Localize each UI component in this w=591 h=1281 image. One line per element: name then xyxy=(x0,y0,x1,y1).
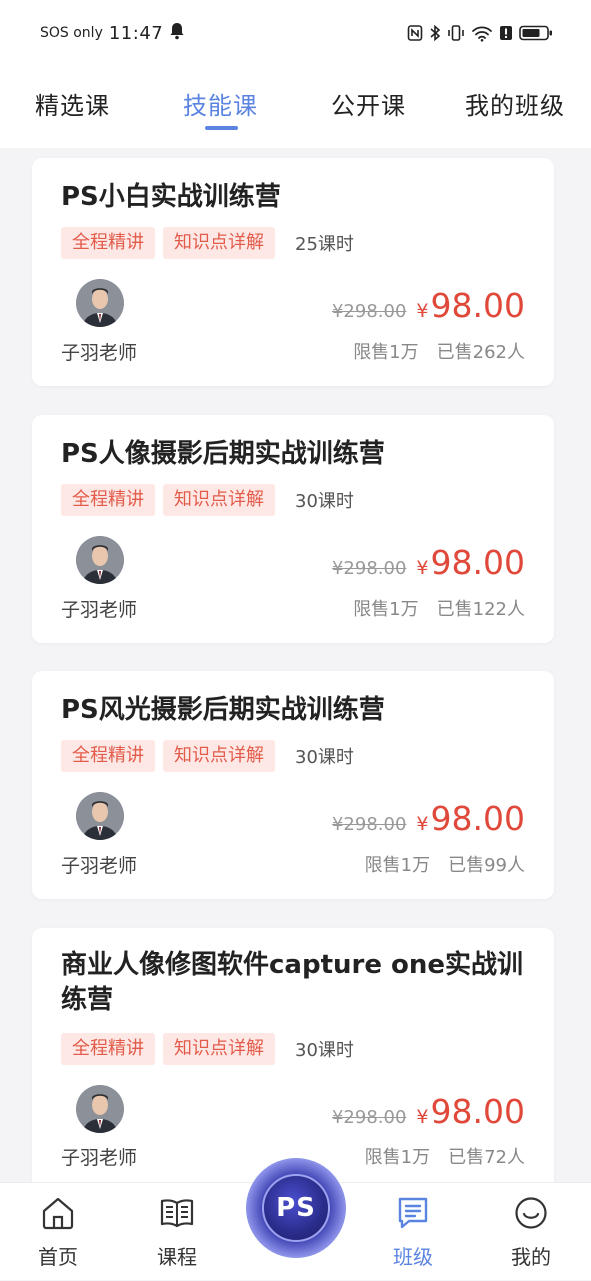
nfc-icon xyxy=(407,24,423,42)
original-price: ¥298.00 xyxy=(331,1107,407,1128)
avatar xyxy=(76,536,124,584)
tab-public[interactable]: 公开课 xyxy=(331,86,406,121)
price-value: 98.00 xyxy=(430,543,525,582)
nav-class[interactable]: 班级 xyxy=(373,1183,453,1281)
wifi-icon xyxy=(471,24,493,42)
price-row: ¥298.00 ¥98.00 xyxy=(332,1092,525,1131)
battery-icon xyxy=(519,24,553,42)
course-card[interactable]: PS风光摄影后期实战训练营 全程精讲 知识点详解 30课时 子羽老师 ¥298.… xyxy=(32,671,554,899)
profile-icon xyxy=(513,1195,549,1231)
teacher-name: 子羽老师 xyxy=(61,342,138,364)
price-row: ¥298.00 ¥98.00 xyxy=(332,286,525,325)
course-list: PS小白实战训练营 全程精讲 知识点详解 25课时 子羽老师 ¥298.00 ¥… xyxy=(0,148,591,1182)
tag-row: 全程精讲 知识点详解 30课时 xyxy=(61,484,354,516)
course-tag: 知识点详解 xyxy=(163,484,275,516)
current-price: ¥98.00 xyxy=(416,543,525,582)
course-card[interactable]: PS小白实战训练营 全程精讲 知识点详解 25课时 子羽老师 ¥298.00 ¥… xyxy=(32,158,554,386)
nav-class-label: 班级 xyxy=(393,1245,433,1269)
status-left: SOS only 11:47 xyxy=(40,22,185,44)
sale-info: 限售1万 已售99人 xyxy=(365,851,525,877)
course-card[interactable]: 商业人像修图软件capture one实战训练营 全程精讲 知识点详解 30课时… xyxy=(32,928,554,1182)
course-tag: 全程精讲 xyxy=(61,740,155,772)
nav-profile[interactable]: 我的 xyxy=(491,1183,571,1281)
lesson-count: 30课时 xyxy=(295,1040,354,1061)
currency-symbol: ¥ xyxy=(416,813,429,835)
tag-row: 全程精讲 知识点详解 30课时 xyxy=(61,1033,354,1065)
sold-count: 已售122人 xyxy=(436,599,525,620)
current-price: ¥98.00 xyxy=(416,286,525,325)
ps-logo: PS xyxy=(262,1174,330,1242)
course-title: PS人像摄影后期实战训练营 xyxy=(61,439,385,469)
center-ps-button[interactable]: PS xyxy=(246,1158,346,1258)
course-title: 商业人像修图软件capture one实战训练营 xyxy=(61,950,524,1015)
course-tag: 知识点详解 xyxy=(163,740,275,772)
original-price: ¥298.00 xyxy=(331,558,407,579)
current-price: ¥98.00 xyxy=(416,1092,525,1131)
tab-skill[interactable]: 技能课 xyxy=(183,86,258,121)
course-tag: 全程精讲 xyxy=(61,484,155,516)
currency-symbol: ¥ xyxy=(416,557,429,579)
sale-info: 限售1万 已售72人 xyxy=(365,1143,525,1169)
home-icon xyxy=(40,1195,76,1231)
lesson-count: 30课时 xyxy=(295,491,354,512)
sale-info: 限售1万 已售262人 xyxy=(353,338,525,364)
currency-symbol: ¥ xyxy=(416,1106,429,1128)
nav-home[interactable]: 首页 xyxy=(18,1183,98,1281)
nav-profile-label: 我的 xyxy=(511,1245,551,1269)
teacher-name: 子羽老师 xyxy=(61,855,138,877)
tab-my-class[interactable]: 我的班级 xyxy=(465,86,565,121)
currency-symbol: ¥ xyxy=(416,300,429,322)
vibrate-icon xyxy=(447,24,465,42)
tab-featured[interactable]: 精选课 xyxy=(35,86,110,121)
tab-indicator xyxy=(205,126,238,130)
original-price: ¥298.00 xyxy=(331,814,407,835)
tag-row: 全程精讲 知识点详解 25课时 xyxy=(61,227,354,259)
teacher-name: 子羽老师 xyxy=(61,1147,138,1169)
price-value: 98.00 xyxy=(430,286,525,325)
nav-course[interactable]: 课程 xyxy=(137,1183,217,1281)
course-card[interactable]: PS人像摄影后期实战训练营 全程精讲 知识点详解 30课时 子羽老师 ¥298.… xyxy=(32,415,554,643)
lesson-count: 30课时 xyxy=(295,747,354,768)
carrier-text: SOS only xyxy=(40,25,103,41)
price-row: ¥298.00 ¥98.00 xyxy=(332,543,525,582)
sale-limit: 限售1万 xyxy=(353,599,419,620)
sale-limit: 限售1万 xyxy=(364,1147,431,1168)
price-value: 98.00 xyxy=(430,1092,525,1131)
top-tabs: 精选课 技能课 公开课 我的班级 xyxy=(0,66,591,148)
bluetooth-icon xyxy=(429,24,441,42)
status-right xyxy=(407,24,553,42)
course-tag: 全程精讲 xyxy=(61,227,155,259)
avatar xyxy=(76,279,124,327)
course-tag: 知识点详解 xyxy=(163,1033,275,1065)
tag-row: 全程精讲 知识点详解 30课时 xyxy=(61,740,354,772)
nav-course-label: 课程 xyxy=(157,1245,197,1269)
course-title: PS小白实战训练营 xyxy=(61,182,281,212)
book-icon xyxy=(159,1195,195,1231)
clock: 11:47 xyxy=(108,22,164,44)
class-icon xyxy=(395,1195,431,1231)
avatar xyxy=(76,792,124,840)
sale-limit: 限售1万 xyxy=(364,855,431,876)
sold-count: 已售72人 xyxy=(448,1147,525,1168)
bell-icon xyxy=(169,22,185,44)
price-row: ¥298.00 ¥98.00 xyxy=(332,799,525,838)
sale-limit: 限售1万 xyxy=(353,342,419,363)
original-price: ¥298.00 xyxy=(331,301,407,322)
lesson-count: 25课时 xyxy=(295,234,354,255)
status-bar: SOS only 11:47 xyxy=(0,0,591,66)
sold-count: 已售99人 xyxy=(448,855,525,876)
nav-home-label: 首页 xyxy=(38,1245,78,1269)
sold-count: 已售262人 xyxy=(436,342,525,363)
course-tag: 知识点详解 xyxy=(163,227,275,259)
avatar xyxy=(76,1085,124,1133)
current-price: ¥98.00 xyxy=(416,799,525,838)
sale-info: 限售1万 已售122人 xyxy=(353,595,525,621)
course-tag: 全程精讲 xyxy=(61,1033,155,1065)
teacher-name: 子羽老师 xyxy=(61,599,138,621)
alert-icon xyxy=(499,24,513,42)
price-value: 98.00 xyxy=(430,799,525,838)
course-title: PS风光摄影后期实战训练营 xyxy=(61,695,385,725)
